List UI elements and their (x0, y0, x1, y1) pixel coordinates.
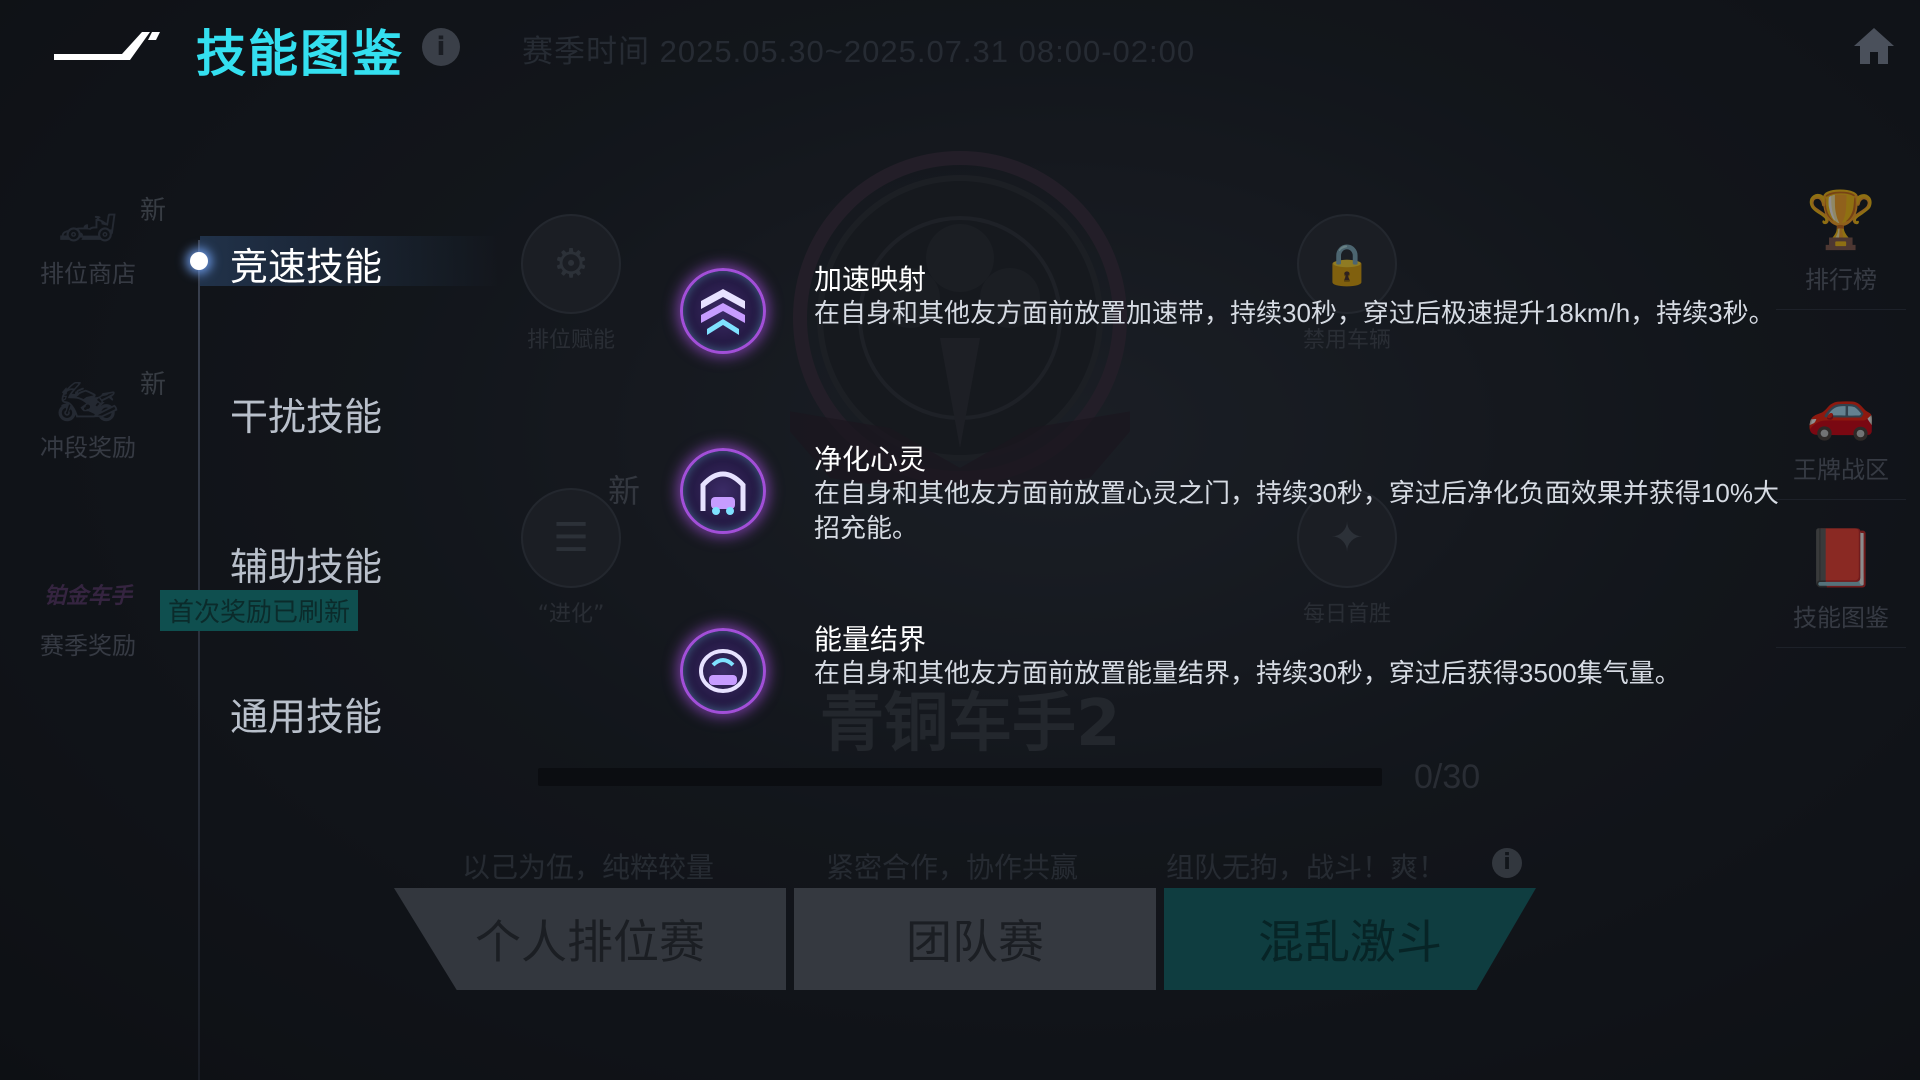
info-icon[interactable]: i (422, 28, 460, 66)
side-item-tier-rewards[interactable]: 🏍 新 冲段奖励 (18, 370, 166, 463)
skill-name: 加速映射 (814, 263, 927, 296)
node-evolution[interactable]: 新 ☰ “进化” (516, 472, 640, 628)
category-racing-skills[interactable]: 竞速技能 (230, 236, 382, 291)
new-badge: 新 (139, 370, 166, 400)
side-item-season-rewards[interactable]: 铂金车手 赛季奖励 (18, 574, 158, 661)
mode-desc-personal: 以己为伍，纯粹较量 (462, 851, 715, 884)
rank-progress-bar (538, 768, 1382, 786)
skill-description: 在自身和其他友方面前放置加速带，持续30秒，穿过后极速提升18km/h，持续3秒… (814, 298, 1775, 328)
mode-desc-chaos: 组队无拘，战斗！爽！ (1166, 851, 1447, 884)
side-item-label: 赛季奖励 (40, 632, 136, 660)
motorcycle-icon: 🏍 (57, 373, 119, 430)
right-item-label: 技能图鉴 (1793, 604, 1889, 632)
page-title: 技能图鉴 (196, 25, 404, 83)
energy-barrier-icon (680, 628, 766, 714)
skill-name: 能量结界 (814, 623, 927, 656)
rank-progress-text: 0/30 (1414, 758, 1481, 796)
category-interference-skills[interactable]: 干扰技能 (230, 386, 382, 441)
node-label: “进化” (537, 602, 605, 627)
race-car-icon: 🚗 (1806, 378, 1876, 443)
speed-chevron-icon (680, 268, 766, 354)
right-item-label: 排行榜 (1805, 266, 1877, 294)
right-item-leaderboard[interactable]: 🏆 排行榜 (1776, 180, 1906, 310)
right-item-skill-codex[interactable]: 📕 技能图鉴 (1776, 518, 1906, 648)
node-label: 每日首胜 (1302, 602, 1391, 627)
skill-name: 净化心灵 (814, 443, 927, 476)
first-reward-refreshed-badge: 首次奖励已刷新 (160, 590, 359, 631)
mode-chaos-button[interactable]: 混乱激斗 (1164, 888, 1536, 990)
side-item-rank-shop[interactable]: 🏎 新 排位商店 (18, 196, 166, 289)
season-time: 赛季时间 2025.05.30~2025.07.31 08:00-02:00 (522, 34, 1196, 69)
category-nav-rail (198, 240, 200, 1080)
new-badge: 新 (139, 196, 166, 226)
gate-car-icon (680, 448, 766, 534)
trophy-icon: 🏆 (1806, 188, 1876, 253)
category-support-skills[interactable]: 辅助技能 (230, 536, 382, 591)
skill-description: 在自身和其他友方面前放置心灵之门，持续30秒，穿过后净化负面效果并获得10%大招… (814, 478, 1779, 543)
mode-team-button[interactable]: 团队赛 (794, 888, 1156, 990)
category-general-skills[interactable]: 通用技能 (230, 686, 382, 741)
skill-description: 在自身和其他友方面前放置能量结界，持续30秒，穿过后获得3500集气量。 (814, 658, 1681, 688)
mode-personal-ranked-button[interactable]: 个人排位赛 (394, 888, 786, 990)
card-book-icon: 📕 (1806, 526, 1876, 591)
wheel-icon: ⚙ (521, 214, 621, 314)
side-item-label: 冲段奖励 (40, 434, 136, 462)
active-category-indicator (190, 252, 208, 270)
platinum-driver-logo: 铂金车手 (43, 584, 132, 609)
side-item-label: 排位商店 (40, 260, 136, 288)
right-item-ace-zone[interactable]: 🚗 王牌战区 (1776, 370, 1906, 500)
node-banned-cars[interactable]: 🔒 禁用车辆 (1292, 214, 1402, 354)
node-rank-boost[interactable]: ⚙ 排位赋能 (516, 214, 626, 354)
mode-desc-team: 紧密合作，协作共赢 (826, 851, 1079, 884)
right-item-label: 王牌战区 (1793, 456, 1889, 484)
node-label: 排位赋能 (526, 328, 615, 353)
new-badge: 新 (608, 472, 641, 510)
home-icon[interactable] (1852, 24, 1896, 68)
back-icon[interactable] (52, 28, 162, 64)
car-icon: 🏎 (57, 199, 119, 256)
mode-info-icon[interactable]: i (1492, 848, 1522, 878)
evolution-icon: ☰ (521, 488, 621, 588)
